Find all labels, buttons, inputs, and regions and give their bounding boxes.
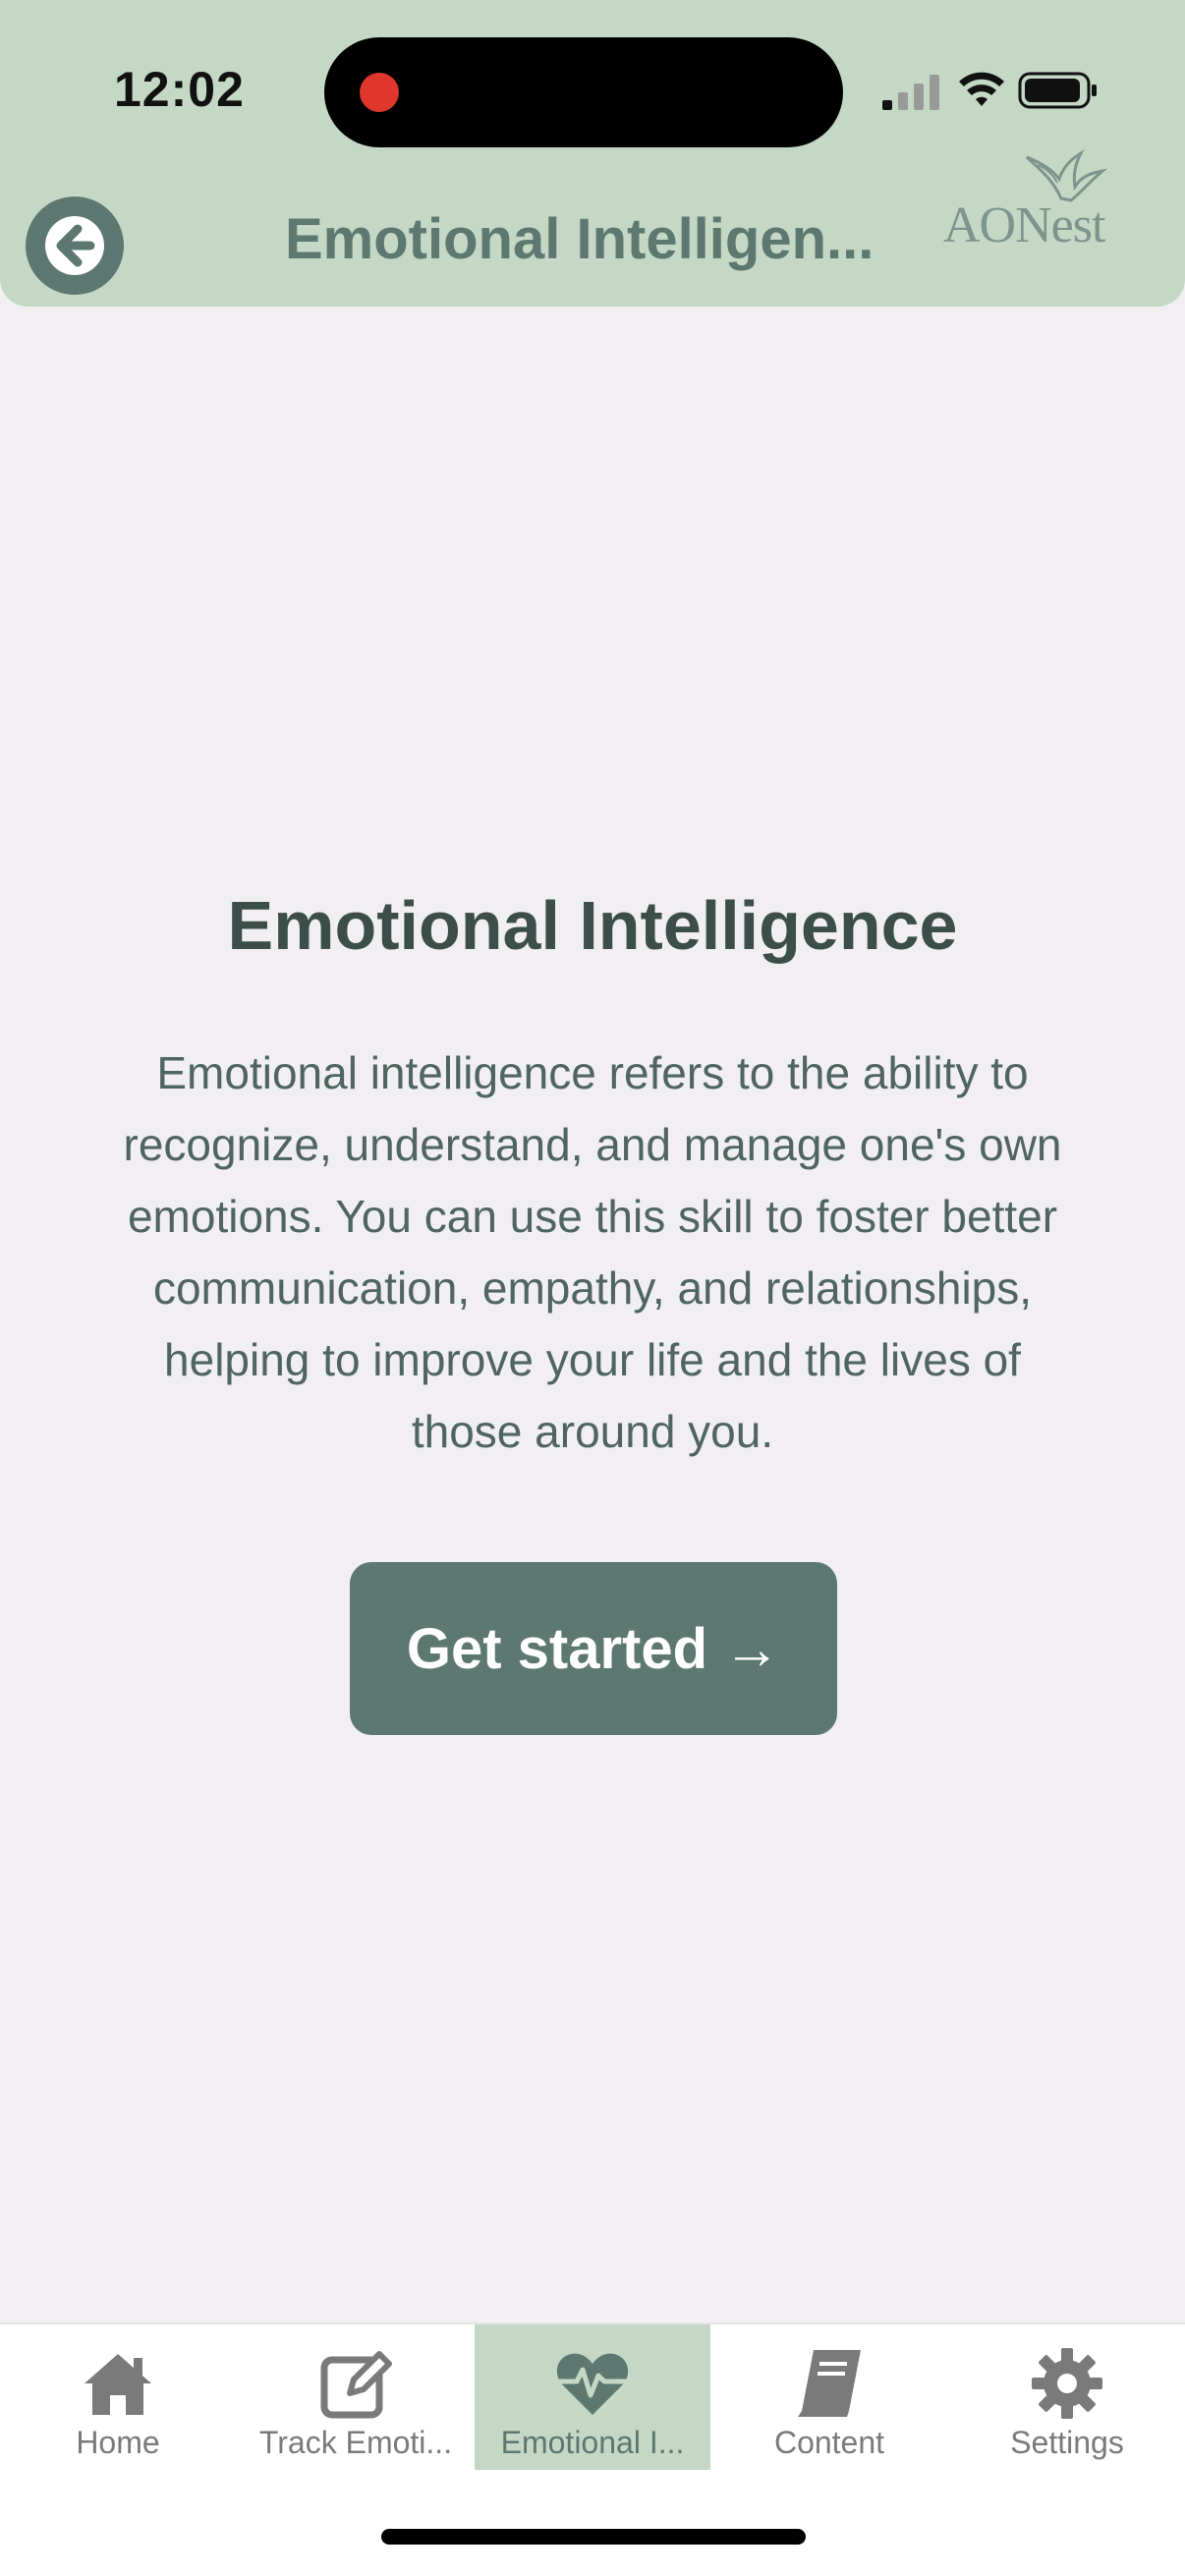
edit-icon (320, 2351, 392, 2419)
screen: 12:02 Emotional Intelligen... AONest Emo… (0, 0, 1185, 2576)
recording-indicator-icon (360, 73, 399, 112)
tab-content[interactable]: Content (711, 2324, 947, 2470)
arrow-left-icon (45, 216, 104, 275)
cellular-signal-icon (882, 75, 939, 110)
tab-label: Emotional I... (500, 2425, 685, 2460)
top-header: 12:02 Emotional Intelligen... AONest (0, 0, 1185, 307)
tab-label: Track Emoti... (258, 2425, 453, 2460)
section-title: Emotional Intelligence (227, 887, 958, 964)
book-icon (798, 2350, 861, 2417)
dynamic-island (324, 37, 843, 147)
tab-label: Settings (1010, 2425, 1124, 2460)
aonest-logo: AONest (943, 147, 1140, 265)
battery-icon (1018, 72, 1097, 109)
tab-settings[interactable]: Settings (949, 2324, 1185, 2470)
wifi-icon (959, 72, 1004, 106)
tab-emotional-intelligence[interactable]: Emotional I... (475, 2324, 710, 2470)
main-content: Emotional Intelligence Emotional intelli… (0, 884, 1185, 1468)
home-icon (85, 2354, 151, 2415)
logo-wordmark: AONest (943, 197, 1105, 253)
back-button[interactable] (26, 196, 124, 295)
tab-label: Home (76, 2425, 160, 2460)
status-time: 12:02 (114, 62, 245, 117)
get-started-button[interactable]: Get started → (350, 1562, 837, 1735)
heartbeat-icon (556, 2353, 629, 2415)
page-title: Emotional Intelligen... (285, 207, 875, 271)
section-description: Emotional intelligence refers to the abi… (123, 1047, 1062, 1457)
gear-icon (1032, 2348, 1102, 2419)
home-indicator (381, 2529, 806, 2545)
tab-label: Content (773, 2425, 885, 2460)
tab-track-emotions[interactable]: Track Emoti... (238, 2324, 474, 2470)
tab-home[interactable]: Home (0, 2324, 236, 2470)
